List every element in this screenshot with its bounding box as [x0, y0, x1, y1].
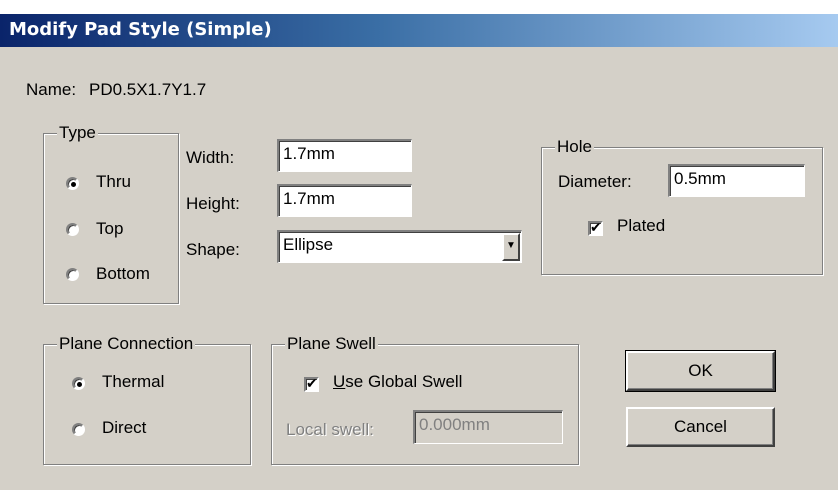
type-top-radio[interactable]	[66, 223, 79, 236]
plane-swell-legend: Plane Swell	[285, 334, 378, 354]
plane-swell-group: Plane Swell	[271, 334, 579, 465]
type-bottom-radio[interactable]	[66, 268, 79, 281]
plane-thermal-radio[interactable]	[72, 377, 85, 390]
type-bottom-label[interactable]: Bottom	[96, 264, 150, 284]
plane-direct-label[interactable]: Direct	[102, 418, 146, 438]
name-label: Name:	[26, 80, 77, 99]
window-title: Modify Pad Style (Simple)	[9, 19, 272, 40]
use-global-swell-label[interactable]: Use Global Swell	[333, 372, 462, 392]
local-swell-label: Local swell:	[286, 420, 374, 439]
height-label: Height:	[186, 194, 240, 213]
plane-direct-radio[interactable]	[72, 423, 85, 436]
diameter-input[interactable]: 0.5mm	[668, 164, 805, 197]
plated-label[interactable]: Plated	[617, 216, 665, 236]
shape-label: Shape:	[186, 240, 240, 259]
diameter-label: Diameter:	[558, 172, 632, 191]
use-global-swell-checkbox[interactable]: ✔	[304, 377, 319, 392]
type-legend: Type	[57, 123, 98, 143]
ok-button[interactable]: OK	[625, 350, 776, 392]
plane-thermal-label[interactable]: Thermal	[102, 372, 164, 392]
chevron-down-icon[interactable]: ▼	[502, 233, 520, 261]
width-input[interactable]: 1.7mm	[277, 139, 412, 172]
height-input[interactable]: 1.7mm	[277, 184, 412, 217]
name-value: PD0.5X1.7Y1.7	[89, 80, 207, 99]
shape-select-value: Ellipse	[283, 235, 334, 254]
plane-connection-legend: Plane Connection	[57, 334, 196, 354]
cancel-button[interactable]: Cancel	[626, 407, 775, 447]
hole-legend: Hole	[555, 137, 594, 157]
type-top-label[interactable]: Top	[96, 219, 123, 239]
use-global-swell-text: se Global Swell	[345, 372, 463, 391]
plane-connection-group: Plane Connection	[43, 334, 251, 465]
dialog-window: Modify Pad Style (Simple) Name: PD0.5X1.…	[0, 14, 838, 490]
type-thru-radio[interactable]	[66, 177, 79, 190]
shape-select[interactable]: Ellipse ▼	[277, 230, 522, 263]
plated-checkbox[interactable]: ✔	[588, 221, 603, 236]
local-swell-input[interactable]: 0.000mm	[413, 410, 563, 444]
use-global-swell-accel: U	[333, 372, 346, 391]
type-thru-label[interactable]: Thru	[96, 172, 131, 192]
title-bar[interactable]: Modify Pad Style (Simple)	[0, 14, 838, 47]
width-label: Width:	[186, 148, 235, 167]
